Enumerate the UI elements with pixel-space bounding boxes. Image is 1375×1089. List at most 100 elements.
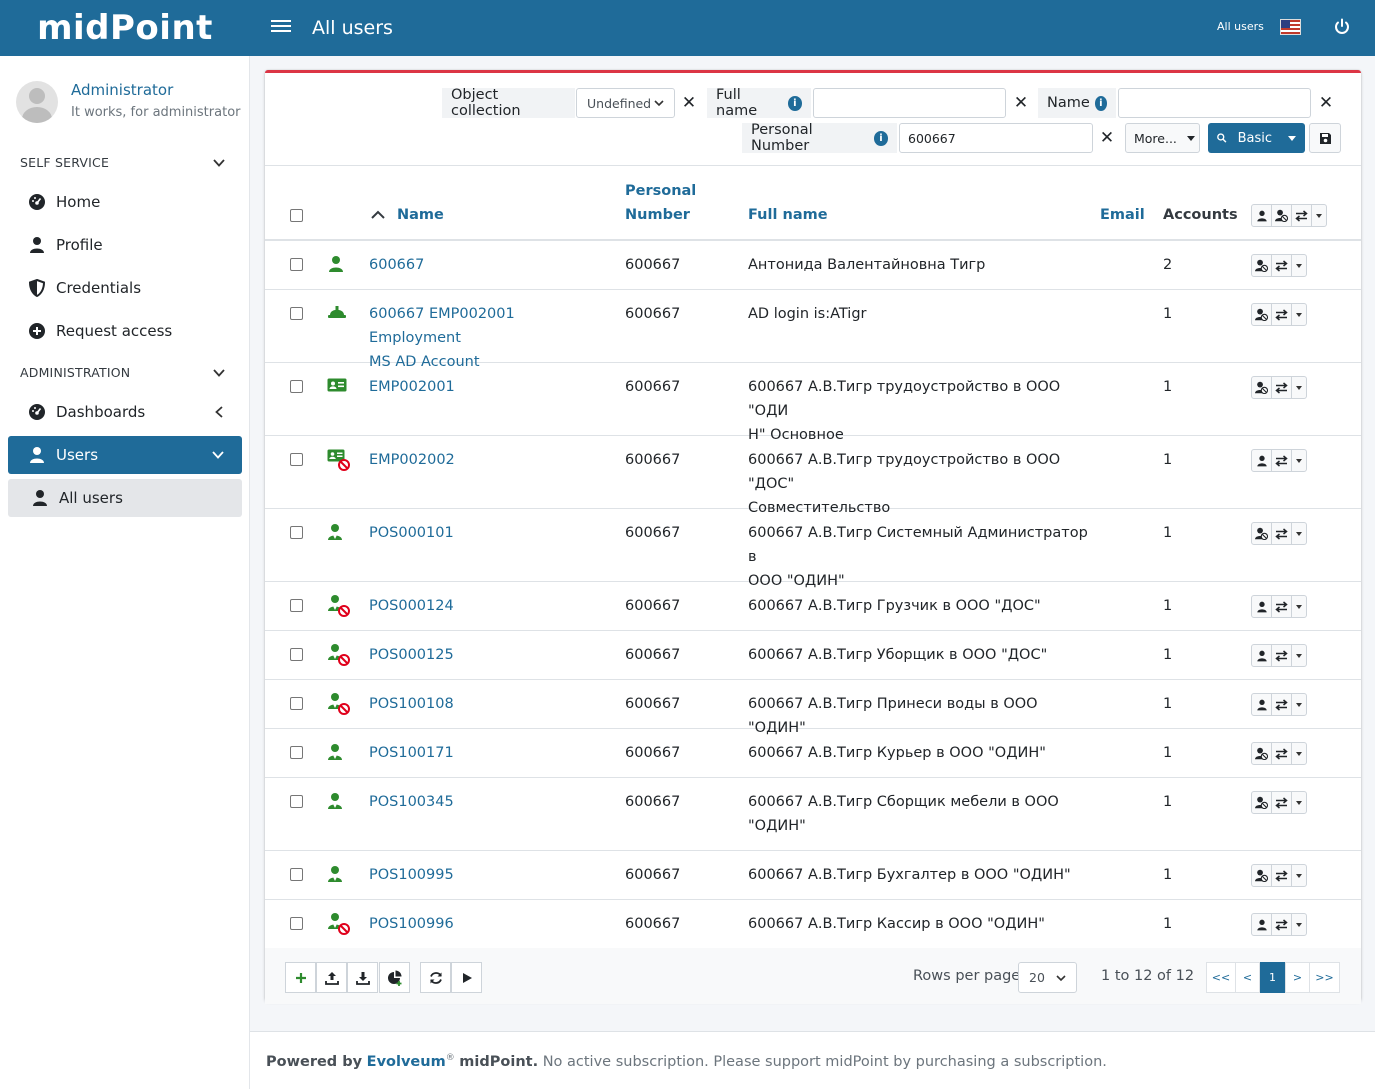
row-checkbox[interactable] [290, 697, 303, 710]
user-slash-icon[interactable] [1252, 377, 1272, 398]
first-page-button[interactable]: << [1206, 962, 1236, 993]
evolveum-link[interactable]: Evolveum [367, 1054, 446, 1070]
exchange-icon[interactable] [1272, 596, 1292, 617]
sidebar-item-home[interactable]: Home [8, 183, 242, 221]
clear-object-collection-button[interactable]: ✕ [679, 88, 699, 118]
actions-dropdown-caret[interactable] [1292, 596, 1306, 617]
row-actions-group[interactable] [1251, 644, 1307, 667]
table-row[interactable]: EMP002001 600667 600667 А.В.Тигр трудоустр… [265, 363, 1361, 443]
row-checkbox[interactable] [290, 380, 303, 393]
name-link[interactable]: POS100345 [369, 790, 604, 814]
user-slash-icon[interactable] [1252, 792, 1272, 813]
table-row[interactable]: POS000101 600667 600667 А.В.Тигр Системный… [265, 509, 1361, 589]
actions-dropdown-caret[interactable] [1292, 694, 1306, 715]
midpoint-logo[interactable]: midPoint [0, 0, 250, 56]
sidebar-item-users[interactable]: Users [8, 436, 242, 474]
row-checkbox[interactable] [290, 917, 303, 930]
name-link[interactable]: POS000101 [369, 521, 604, 545]
exchange-icon[interactable] [1272, 255, 1292, 276]
object-collection-select[interactable]: Undefined [576, 88, 675, 118]
previous-page-button[interactable]: < [1235, 962, 1260, 993]
table-row[interactable]: POS100345 600667 600667 А.В.Тигр Сборщик м… [265, 778, 1361, 851]
clear-full-name-button[interactable]: ✕ [1011, 88, 1031, 118]
column-header-email[interactable]: Email [1100, 203, 1145, 227]
select-all-checkbox[interactable] [290, 209, 303, 222]
user-slash-icon[interactable] [1252, 743, 1272, 764]
play-button[interactable] [451, 962, 482, 993]
actions-dropdown-caret[interactable] [1292, 645, 1306, 666]
current-page-button[interactable]: 1 [1260, 962, 1285, 993]
row-checkbox[interactable] [290, 795, 303, 808]
row-actions-group[interactable] [1251, 595, 1307, 618]
personal-number-input[interactable]: 600667 [899, 123, 1093, 153]
name-link[interactable]: POS100995 [369, 863, 604, 887]
row-checkbox[interactable] [290, 746, 303, 759]
row-actions-group[interactable] [1251, 864, 1307, 887]
import-button[interactable] [316, 962, 347, 993]
row-actions-group[interactable] [1251, 791, 1307, 814]
row-actions-group[interactable] [1251, 303, 1307, 326]
name-link[interactable]: POS100996 [369, 912, 604, 936]
sidebar-item-profile[interactable]: Profile [8, 226, 242, 264]
user-slash-icon[interactable] [1252, 304, 1272, 325]
breadcrumb-current[interactable]: All users [1217, 20, 1264, 33]
actions-dropdown-caret[interactable] [1292, 914, 1306, 935]
exchange-icon[interactable] [1272, 450, 1292, 471]
exchange-icon[interactable] [1272, 914, 1292, 935]
more-filters-button[interactable]: More... [1125, 123, 1200, 153]
clear-name-button[interactable]: ✕ [1316, 88, 1336, 118]
exchange-icon[interactable] [1272, 792, 1292, 813]
clear-personal-number-button[interactable]: ✕ [1097, 123, 1117, 153]
row-actions-group[interactable] [1251, 254, 1307, 277]
save-search-button[interactable] [1309, 123, 1341, 153]
add-user-button[interactable] [285, 962, 316, 993]
sidebar-item-request-access[interactable]: Request access [8, 312, 242, 350]
administration-header[interactable]: ADMINISTRATION [20, 365, 130, 380]
user-slash-icon[interactable] [1252, 865, 1272, 886]
table-row[interactable]: 600667 600667 Антонида Валентайновна Тигр 2 [265, 241, 1361, 290]
info-icon[interactable]: i [787, 95, 802, 111]
rows-per-page-select[interactable]: 20 [1018, 962, 1077, 993]
row-actions-group[interactable] [1251, 522, 1307, 545]
info-icon[interactable]: i [1094, 95, 1107, 111]
actions-dropdown-caret[interactable] [1292, 255, 1306, 276]
table-row[interactable]: 600667 EMP002001 Employment MS AD Account… [265, 290, 1361, 370]
row-checkbox[interactable] [290, 258, 303, 271]
exchange-icon[interactable] [1272, 645, 1292, 666]
last-page-button[interactable]: >> [1309, 962, 1340, 993]
self-service-header[interactable]: SELF SERVICE [20, 155, 109, 170]
row-checkbox[interactable] [290, 648, 303, 661]
user-slash-icon[interactable] [1272, 205, 1292, 226]
exchange-icon[interactable] [1272, 694, 1292, 715]
table-row[interactable]: EMP002002 600667 600667 А.В.Тигр трудоустр… [265, 436, 1361, 516]
row-actions-group[interactable] [1251, 913, 1307, 936]
sidebar-item-dashboards[interactable]: Dashboards [8, 393, 242, 431]
user-icon[interactable] [1252, 205, 1272, 226]
exchange-icon[interactable] [1292, 205, 1312, 226]
table-row[interactable]: POS000125 600667 600667 А.В.Тигр Уборщик в… [265, 631, 1361, 680]
table-row[interactable]: POS100171 600667 600667 А.В.Тигр Курьер в … [265, 729, 1361, 778]
header-actions-group[interactable] [1251, 204, 1327, 227]
actions-dropdown-caret[interactable] [1292, 450, 1306, 471]
table-row[interactable]: POS100996 600667 600667 А.В.Тигр Кассир в … [265, 900, 1361, 948]
user-name-link[interactable]: Administrator [71, 81, 173, 99]
full-name-input[interactable] [813, 88, 1006, 118]
export-button[interactable] [347, 962, 378, 993]
column-header-name[interactable]: Name [397, 203, 444, 227]
name-link[interactable]: EMP002001 [369, 375, 604, 399]
actions-dropdown-caret[interactable] [1312, 205, 1326, 226]
exchange-icon[interactable] [1272, 743, 1292, 764]
us-flag-icon[interactable] [1280, 19, 1301, 35]
name-link[interactable]: 600667 [369, 253, 604, 277]
chevron-down-icon[interactable] [213, 157, 225, 169]
row-actions-group[interactable] [1251, 376, 1307, 399]
name-link[interactable]: POS100108 [369, 692, 604, 716]
create-report-button[interactable] [379, 962, 410, 993]
user-slash-icon[interactable] [1252, 523, 1272, 544]
name-link[interactable]: POS000124 [369, 594, 604, 618]
user-icon[interactable] [1252, 645, 1272, 666]
actions-dropdown-caret[interactable] [1292, 743, 1306, 764]
basic-search-button[interactable]: Basic [1208, 123, 1305, 153]
exchange-icon[interactable] [1272, 865, 1292, 886]
name-input[interactable] [1118, 88, 1311, 118]
